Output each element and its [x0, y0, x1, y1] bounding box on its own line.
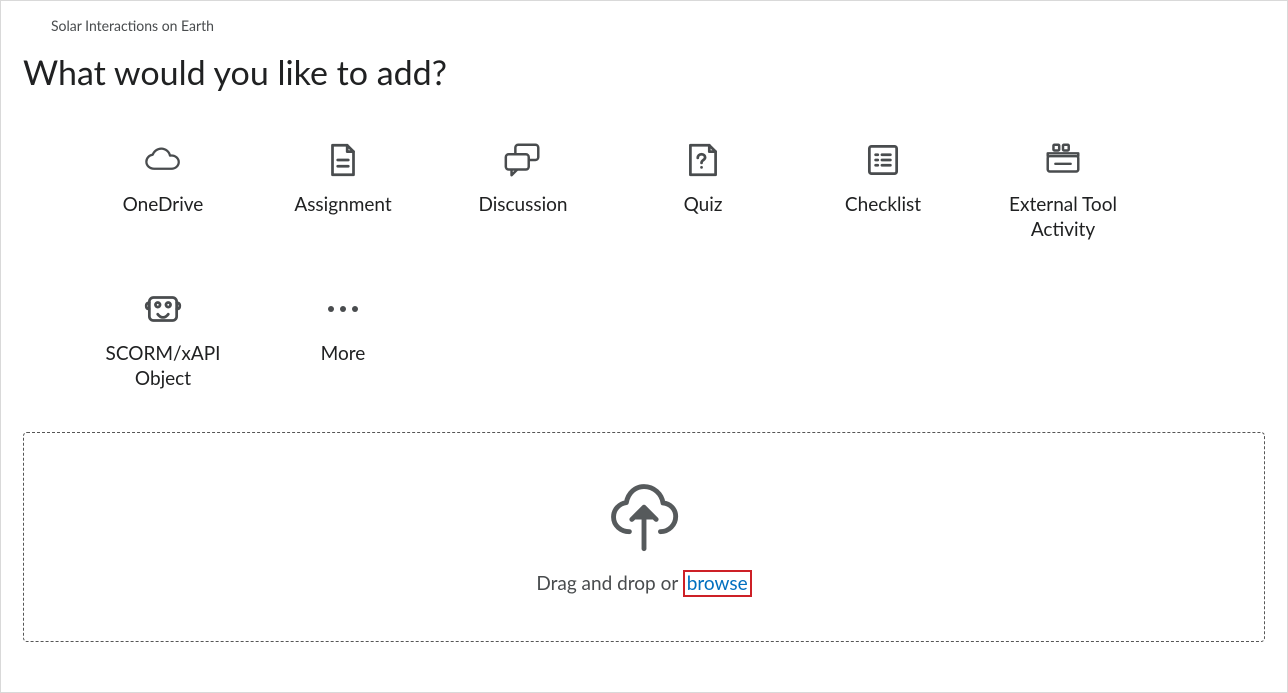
tile-onedrive[interactable]: OneDrive	[73, 139, 253, 242]
tile-label: SCORM/xAPI Object	[83, 342, 243, 391]
close-button[interactable]	[1237, 17, 1265, 45]
tile-label: Assignment	[294, 193, 391, 218]
tile-more[interactable]: More	[253, 288, 433, 391]
tile-label: Discussion	[478, 193, 567, 218]
tile-label: External Tool Activity	[983, 193, 1143, 242]
tile-label: Checklist	[845, 193, 921, 218]
more-icon	[322, 288, 364, 330]
cloud-upload-icon	[605, 478, 683, 556]
page-title: What would you like to add?	[23, 52, 1265, 93]
onedrive-icon	[142, 139, 184, 181]
tile-label: More	[321, 342, 366, 367]
tile-discussion[interactable]: Discussion	[433, 139, 613, 242]
quiz-icon	[682, 139, 724, 181]
tile-checklist[interactable]: Checklist	[793, 139, 973, 242]
external-tool-icon	[1042, 139, 1084, 181]
tile-assignment[interactable]: Assignment	[253, 139, 433, 242]
scorm-icon	[142, 288, 184, 330]
dropzone-text: Drag and drop or browse	[536, 572, 751, 595]
breadcrumb: Solar Interactions on Earth	[51, 17, 1265, 34]
tile-label: Quiz	[684, 193, 723, 218]
tile-quiz[interactable]: Quiz	[613, 139, 793, 242]
file-dropzone[interactable]: Drag and drop or browse	[23, 432, 1265, 642]
discussion-icon	[502, 139, 544, 181]
tile-scorm-xapi[interactable]: SCORM/xAPI Object	[73, 288, 253, 391]
tile-external-tool[interactable]: External Tool Activity	[973, 139, 1153, 242]
assignment-icon	[322, 139, 364, 181]
dropzone-prefix: Drag and drop or	[536, 572, 682, 595]
tile-label: OneDrive	[123, 193, 204, 218]
activity-type-grid: OneDrive Assignment Discu	[23, 139, 1265, 392]
checklist-icon	[862, 139, 904, 181]
browse-link[interactable]: browse	[683, 570, 752, 597]
add-activity-modal: Solar Interactions on Earth What would y…	[0, 0, 1288, 693]
